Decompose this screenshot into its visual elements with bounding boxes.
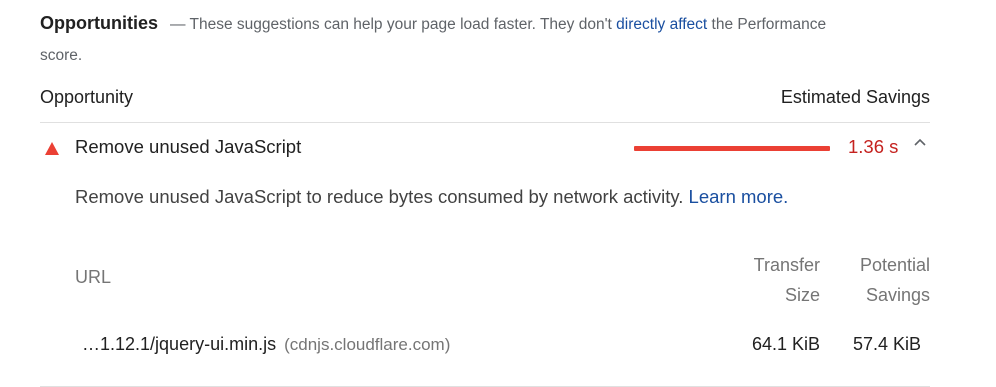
- url-text[interactable]: …1.12.1/jquery-ui.min.js: [82, 334, 276, 354]
- audit-title[interactable]: Remove unused JavaScript: [75, 136, 301, 158]
- directly-affect-link[interactable]: directly affect: [616, 16, 707, 33]
- table-row: …1.12.1/jquery-ui.min.js (cdnjs.cloudflar…: [40, 330, 930, 387]
- opportunities-header: Opportunities — These suggestions can hel…: [40, 8, 840, 71]
- section-dash: —: [170, 16, 186, 33]
- url-origin: (cdnjs.cloudflare.com): [284, 335, 451, 354]
- audit-description: Remove unused JavaScript to reduce bytes…: [75, 186, 788, 208]
- potential-savings-header-line1: Potential: [859, 255, 930, 275]
- audit-description-text: Remove unused JavaScript to reduce bytes…: [75, 186, 684, 207]
- estimated-savings-column-header: Estimated Savings: [780, 87, 930, 107]
- url-cell: …1.12.1/jquery-ui.min.js (cdnjs.cloudflar…: [82, 334, 450, 355]
- section-title: Opportunities: [40, 13, 158, 33]
- savings-bar-fill: [634, 146, 830, 151]
- fail-triangle-icon: [45, 142, 59, 155]
- transfer-size-header-line2: Size: [784, 285, 820, 305]
- potential-savings-column-header: Potential Savings: [830, 250, 930, 310]
- learn-more-link[interactable]: Learn more.: [689, 186, 789, 207]
- chevron-up-icon[interactable]: [914, 138, 926, 146]
- column-header-row: Opportunity Estimated Savings: [40, 86, 930, 123]
- transfer-size-column-header: Transfer Size: [730, 250, 820, 310]
- transfer-size-cell: 64.1 KiB: [751, 334, 820, 354]
- potential-savings-header-line2: Savings: [865, 285, 930, 305]
- audit-remove-unused-javascript[interactable]: Remove unused JavaScript 1.36 s: [40, 124, 930, 172]
- opportunity-column-header: Opportunity: [40, 87, 134, 107]
- potential-savings-cell: 57.4 KiB: [852, 334, 921, 354]
- savings-value: 1.36 s: [848, 136, 899, 157]
- savings-bar: [634, 146, 830, 151]
- transfer-size-header-line1: Transfer: [753, 255, 820, 275]
- url-column-header: URL: [75, 267, 112, 287]
- details-table: URL Transfer Size Potential Savings …1.1…: [40, 250, 930, 387]
- section-description-pre: These suggestions can help your page loa…: [189, 16, 612, 33]
